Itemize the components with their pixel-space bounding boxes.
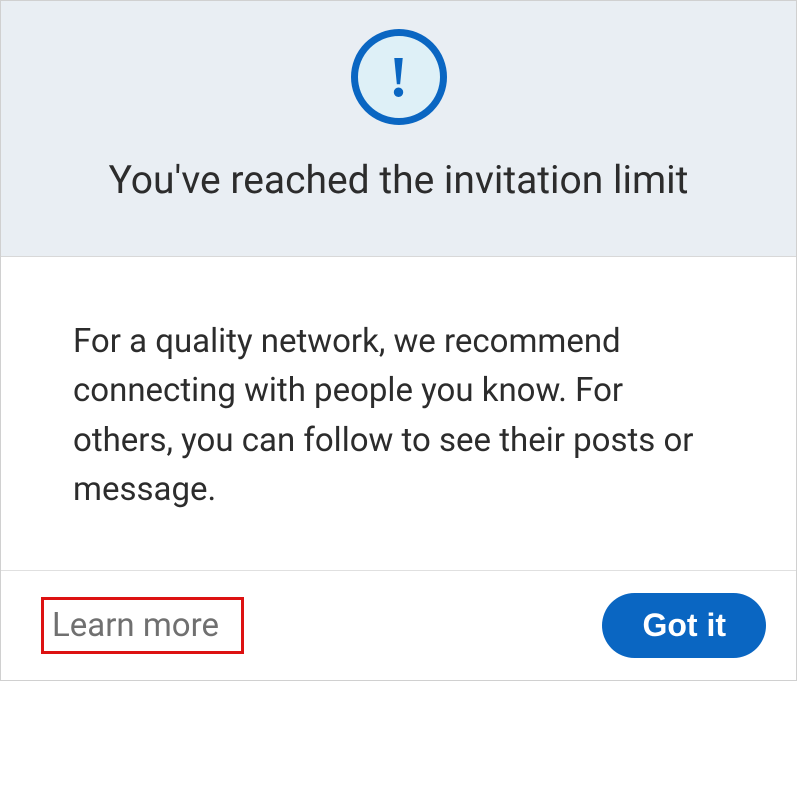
learn-more-link[interactable]: Learn more — [41, 597, 244, 654]
exclamation-icon: ! — [351, 29, 447, 125]
got-it-button[interactable]: Got it — [602, 593, 766, 658]
exclamation-mark: ! — [389, 48, 408, 106]
dialog-footer: Learn more Got it — [1, 571, 796, 680]
dialog-title: You've reached the invitation limit — [41, 155, 756, 206]
dialog-body: For a quality network, we recommend conn… — [1, 257, 796, 571]
dialog-body-text: For a quality network, we recommend conn… — [73, 317, 724, 515]
invitation-limit-dialog: ! You've reached the invitation limit Fo… — [0, 0, 797, 681]
icon-wrapper: ! — [41, 29, 756, 125]
dialog-header: ! You've reached the invitation limit — [1, 1, 796, 257]
